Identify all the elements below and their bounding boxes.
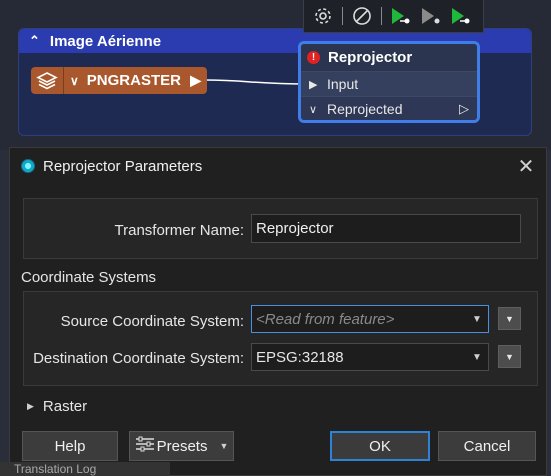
cancel-button-label: Cancel <box>463 437 511 455</box>
reprojector-node[interactable]: ! Reprojector ▶ Input ∨ Reprojected ▷ <box>298 41 480 123</box>
source-cs-label: Source Coordinate System: <box>60 313 244 330</box>
run-to-icon[interactable] <box>420 5 442 27</box>
input-arrow-icon: ▶ <box>309 78 318 91</box>
cancel-button[interactable]: Cancel <box>438 431 536 461</box>
ok-button-label: OK <box>369 437 391 455</box>
chevron-right-icon: ▶ <box>27 401 34 411</box>
chevron-down-icon[interactable]: ▼ <box>466 314 488 325</box>
chevron-down-icon[interactable]: ∨ <box>309 103 327 116</box>
error-icon: ! <box>307 51 320 64</box>
node-toolbar <box>303 0 484 33</box>
input-port[interactable]: ▶ Input <box>301 71 477 96</box>
chevron-down-icon: ▼ <box>219 441 229 451</box>
input-port-label: Input <box>327 76 359 92</box>
chevron-down-icon[interactable]: ∨ <box>70 74 79 88</box>
help-button-label: Help <box>54 437 86 455</box>
transformer-name: Reprojector <box>328 49 413 66</box>
source-cs-menu-button[interactable]: ▼ <box>498 307 521 330</box>
close-icon[interactable]: ✕ <box>506 148 546 184</box>
reprojector-parameters-dialog: Reprojector Parameters ✕ Transformer Nam… <box>9 147 547 476</box>
reader-node[interactable]: ∨ PNGRASTER ▶ <box>31 67 207 94</box>
sliders-icon <box>135 436 155 456</box>
destination-cs-label: Destination Coordinate System: <box>33 350 244 367</box>
source-cs-placeholder: <Read from feature> <box>256 310 395 328</box>
help-button[interactable]: Help <box>22 431 118 461</box>
presets-button[interactable]: Presets ▼ <box>129 431 234 461</box>
output-port-label: Reprojected <box>327 101 403 117</box>
dialog-title: Reprojector Parameters <box>43 157 203 175</box>
coordinate-systems-heading: Coordinate Systems <box>21 269 157 286</box>
run-just-icon[interactable] <box>450 5 472 27</box>
output-port-icon[interactable]: ▶ <box>190 72 201 89</box>
source-cs-dropdown[interactable]: <Read from feature> ▼ <box>251 305 489 333</box>
output-port-icon[interactable]: ▷ <box>459 101 469 117</box>
run-from-icon[interactable] <box>390 5 412 27</box>
chevron-down-icon[interactable]: ▼ <box>466 352 488 363</box>
raster-section-toggle[interactable]: ▶ Raster <box>27 398 87 415</box>
gear-icon[interactable] <box>312 5 334 27</box>
raster-layers-icon <box>31 67 64 94</box>
chevron-up-icon[interactable]: ⌃ <box>29 33 40 49</box>
toolbar-divider <box>342 7 343 25</box>
toolbar-divider <box>381 7 382 25</box>
chevron-down-icon: ▼ <box>505 351 514 362</box>
reader-name: PNGRASTER <box>86 72 181 89</box>
ok-button[interactable]: OK <box>330 431 430 461</box>
destination-cs-dropdown[interactable]: EPSG:32188 ▼ <box>251 343 489 371</box>
output-port[interactable]: ∨ Reprojected ▷ <box>301 96 477 120</box>
transformer-header[interactable]: ! Reprojector <box>301 44 477 71</box>
raster-section-label: Raster <box>42 398 88 415</box>
fme-app-icon <box>21 159 35 173</box>
dialog-titlebar[interactable]: Reprojector Parameters ✕ <box>10 148 546 184</box>
transformer-name-label: Transformer Name: <box>114 222 244 239</box>
destination-cs-menu-button[interactable]: ▼ <box>498 345 521 368</box>
workspace-canvas[interactable]: ⌃ Image Aérienne ∨ PNGRASTER ▶ ! Reproje… <box>0 0 551 150</box>
translation-log-label: Translation Log <box>14 462 97 476</box>
disable-icon[interactable] <box>351 5 373 27</box>
transformer-name-input[interactable]: Reprojector <box>251 214 521 243</box>
presets-button-label: Presets <box>156 437 208 455</box>
transformer-name-value: Reprojector <box>256 220 334 237</box>
destination-cs-value: EPSG:32188 <box>256 348 344 366</box>
chevron-down-icon: ▼ <box>505 313 514 324</box>
bookmark-title: Image Aérienne <box>49 32 162 50</box>
translation-log-tab[interactable]: Translation Log <box>0 462 170 476</box>
